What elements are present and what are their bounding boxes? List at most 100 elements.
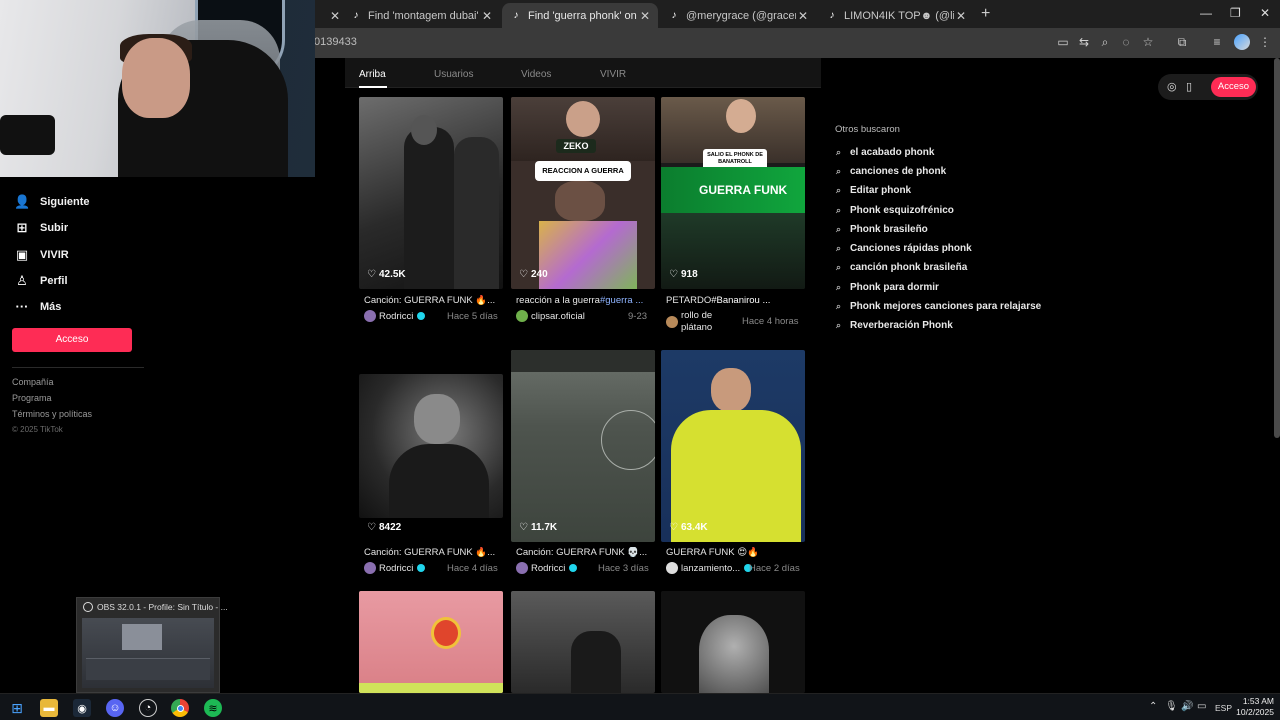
url-text[interactable]: 0139433 [314,36,357,48]
suggestion-item[interactable]: ⌕ canción phonk brasileña [836,262,967,273]
tab-live[interactable]: VIVIR [600,69,626,80]
video-thumbnail[interactable] [511,350,655,542]
more-icon: ··· [15,299,29,314]
tab-users[interactable]: Usuarios [434,69,473,80]
tab-videos[interactable]: Videos [521,69,551,80]
video-author[interactable]: rollo de plátano [666,310,736,334]
suggestion-item[interactable]: ⌕ Reverberación Phonk [836,320,953,331]
sidebar-item-more[interactable]: ··· Más [14,299,62,314]
video-author[interactable]: Rodricci [516,562,578,574]
video-author[interactable]: Rodricci [364,310,426,322]
browser-tab-guerra-phonk[interactable]: ♪ Find 'guerra phonk' on TikTok | ✕ [502,3,658,28]
sidebar-item-following[interactable]: 👤 Siguiente [14,194,90,210]
new-tab-button[interactable]: + [981,5,990,23]
zoom-icon[interactable]: ⌕ [1098,35,1112,49]
heart-icon: ♡ [669,269,678,280]
video-card[interactable] [661,591,805,693]
cast-icon[interactable]: ▭ [1056,35,1070,49]
video-caption[interactable]: PETARDO#Bananirou ... [666,295,802,306]
video-author[interactable]: clipsar.oficial [516,310,585,322]
header-login-button[interactable]: Acceso [1211,77,1256,97]
video-caption[interactable]: GUERRA FUNK 😍🔥 [666,547,802,558]
close-window-icon[interactable]: ✕ [1260,6,1270,20]
browser-tab-montagem[interactable]: ♪ Find 'montagem dubai' on TikTok ✕ [342,3,500,28]
profile-avatar[interactable] [1234,34,1250,50]
windows-taskbar: ⊞ ▬ ◉ ☺ ◔ ≋ ⌃ 🎙 🔊 ▭ ESP 1:53 AM 10/2/2025 [0,693,1280,720]
video-caption[interactable]: reacción a la guerra#guerra ... [516,295,652,306]
menu-dots-icon[interactable]: ⋮ [1258,35,1272,49]
network-icon[interactable]: ▭ [1197,701,1206,712]
sidebar-item-profile[interactable]: ♙ Perfil [14,273,67,289]
microphone [0,115,55,155]
overlay-label-mid: REACCION A GUERRA [535,161,631,181]
steam-icon[interactable]: ◉ [73,699,91,717]
video-thumbnail[interactable] [359,97,503,289]
video-thumbnail[interactable]: ZEKO REACCION A GUERRA [511,97,655,289]
suggestion-item[interactable]: ⌕ Phonk brasileño [836,224,928,235]
language-indicator[interactable]: ESP [1215,703,1232,713]
video-caption[interactable]: Canción: GUERRA FUNK 🔥... [364,547,500,558]
sidebar-item-upload[interactable]: ⊞ Subir [14,220,69,236]
video-thumbnail[interactable] [359,374,503,518]
tab-top[interactable]: Arriba [359,69,386,80]
close-icon[interactable]: ✕ [956,9,966,23]
close-icon[interactable]: ✕ [482,9,492,23]
volume-icon[interactable]: 🔊 [1181,701,1193,712]
search-icon: ⌕ [836,301,842,311]
screen: ✕ ♪ Find 'montagem dubai' on TikTok ✕ ♪ … [0,0,1280,720]
video-thumbnail[interactable] [661,591,805,693]
suggestion-item[interactable]: ⌕ Phonk esquizofrénico [836,205,954,216]
windows-start-icon[interactable]: ⊞ [8,699,26,717]
media-control-icon[interactable]: ≡ [1210,35,1224,49]
video-caption[interactable]: Canción: GUERRA FUNK 💀... [516,547,652,558]
video-caption[interactable]: Canción: GUERRA FUNK 🔥... [364,295,500,306]
sidebar-item-live[interactable]: ▣ VIVIR [14,247,69,263]
page-scrollbar[interactable] [1274,58,1280,438]
video-thumbnail[interactable] [661,350,805,542]
obs-taskbar-icon[interactable]: ◔ [139,699,157,717]
heart-icon: ♡ [669,522,678,533]
video-thumbnail[interactable]: SALIO EL PHONK DE BANATROLL GUERRA FUNK [661,97,805,289]
overlay-label-top: ZEKO [556,139,596,153]
video-card[interactable] [511,591,655,693]
footer-link-company[interactable]: Compañía [12,377,54,387]
discord-icon[interactable]: ☺ [106,699,124,717]
footer-link-terms[interactable]: Términos y políticas [12,409,92,419]
obs-taskbar-preview[interactable]: OBS 32.0.1 - Profile: Sin Título - ... [76,597,228,693]
taskbar-clock[interactable]: 1:53 AM 10/2/2025 [1234,696,1274,718]
video-author[interactable]: lanzamiento... [666,562,753,574]
avatar [666,562,678,574]
chrome-icon[interactable] [171,699,189,717]
minimize-icon[interactable]: — [1200,6,1212,20]
bookmark-star-icon[interactable]: ☆ [1141,35,1155,49]
video-card[interactable] [359,591,503,693]
translate-icon[interactable]: ⇆ [1077,35,1091,49]
microphone-icon[interactable]: 🎙 [1165,701,1178,712]
suggestion-item[interactable]: ⌕ Canciones rápidas phonk [836,243,972,254]
extensions-icon[interactable]: ⧉ [1175,35,1189,49]
footer-link-program[interactable]: Programa [12,393,52,403]
suggestion-item[interactable]: ⌕ Phonk mejores canciones para relajarse [836,301,1041,312]
tracking-protection-icon[interactable]: ◌ [1119,35,1133,49]
file-explorer-icon[interactable]: ▬ [40,699,58,717]
browser-tab-merygrace[interactable]: ♪ @merygrace (@gracemery09) | ✕ [660,3,816,28]
close-icon[interactable]: ✕ [798,9,808,23]
restore-icon[interactable]: ❐ [1230,6,1241,20]
video-author[interactable]: Rodricci [364,562,426,574]
compass-icon[interactable]: ◎ [1167,80,1177,93]
close-icon[interactable]: ✕ [640,9,650,23]
suggestion-item[interactable]: ⌕ Editar phonk [836,185,911,196]
heart-icon: ♡ [367,522,376,533]
close-icon[interactable]: ✕ [330,9,340,23]
suggestion-item[interactable]: ⌕ Phonk para dormir [836,282,939,293]
video-thumbnail[interactable] [359,591,503,693]
tray-overflow-icon[interactable]: ⌃ [1149,701,1157,712]
mobile-icon[interactable]: ▯ [1186,80,1192,93]
spotify-icon[interactable]: ≋ [204,699,222,717]
sidebar-login-button[interactable]: Acceso [12,328,132,352]
video-thumbnail[interactable] [511,591,655,693]
browser-tab-limon4ik[interactable]: ♪ LIMON4IK TOP☻ (@limon4ik ✕ [818,3,974,28]
likes-count: ♡ 11.7K [519,522,558,533]
suggestion-item[interactable]: ⌕ canciones de phonk [836,166,946,177]
suggestion-item[interactable]: ⌕ el acabado phonk [836,147,934,158]
